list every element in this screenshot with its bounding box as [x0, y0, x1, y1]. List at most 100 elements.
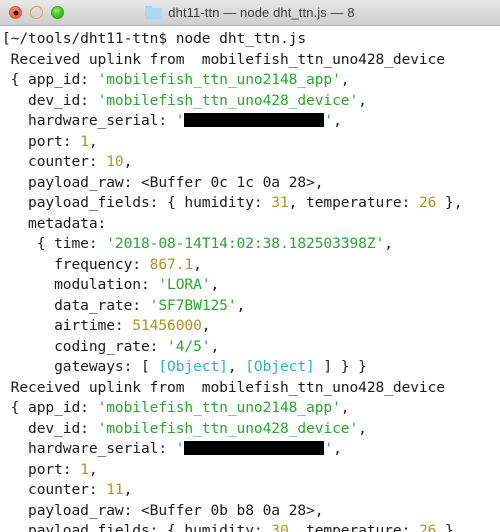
terminal-text: ': [175, 112, 185, 129]
terminal-text: payload_raw: <Buffer 0b b8 0a 28>,: [2, 501, 324, 519]
terminal-text: ,: [123, 481, 133, 498]
terminal-line: payload_fields: { humidity: 31, temperat…: [2, 193, 500, 214]
terminal-line: { app_id: 'mobilefish_ttn_uno2148_app',: [2, 398, 500, 419]
terminal-line: hardware_serial: ' ',: [2, 439, 500, 460]
terminal-text: { app_id:: [2, 399, 98, 416]
terminal-text: ': [324, 112, 334, 129]
terminal-line: dev_id: 'mobilefish_ttn_uno428_device',: [2, 419, 500, 440]
terminal-text: payload_fields: { humidity:: [2, 522, 272, 532]
terminal-line: { time: '2018-08-14T14:02:38.182503398Z'…: [2, 234, 500, 255]
terminal-text: 'LORA': [158, 276, 211, 293]
terminal-text: metadata:: [2, 214, 107, 232]
window-title: dht11-ttn — node dht_ttn.js — 8: [168, 5, 355, 20]
terminal-text: },: [436, 194, 463, 211]
terminal-text: },: [436, 522, 463, 532]
terminal-text: [Object]: [245, 358, 315, 375]
terminal-text: '4/5': [167, 337, 211, 355]
terminal-line: [~/tools/dht11-ttn$ node dht_ttn.js: [2, 29, 500, 50]
terminal-text: Received uplink from mobilefish_ttn_uno4…: [2, 50, 445, 68]
terminal-text: counter:: [2, 153, 107, 170]
terminal-text: ,: [193, 255, 202, 273]
terminal-line: coding_rate: '4/5',: [2, 337, 500, 358]
terminal-text: 26: [418, 194, 437, 211]
terminal-text: 26: [418, 522, 437, 532]
terminal-text: 'SF7BW125': [149, 296, 237, 314]
terminal-text: ': [175, 440, 185, 457]
terminal-text: modulation:: [2, 276, 159, 293]
terminal-text: ,: [333, 440, 342, 457]
terminal-text: counter:: [2, 481, 107, 498]
terminal-text: port:: [2, 460, 81, 478]
terminal-text: [~/tools/dht11-ttn$ node dht_ttn.js: [2, 30, 307, 47]
terminal-line: counter: 11,: [2, 480, 500, 501]
window-controls: [0, 6, 64, 19]
terminal-line: modulation: 'LORA',: [2, 275, 500, 296]
terminal-text: 'mobilefish_ttn_uno2148_app': [97, 399, 341, 416]
terminal-line: counter: 10,: [2, 152, 500, 173]
terminal-line: { app_id: 'mobilefish_ttn_uno2148_app',: [2, 70, 500, 91]
title-bar[interactable]: dht11-ttn — node dht_ttn.js — 8: [0, 0, 500, 26]
terminal-text: , temperature:: [288, 522, 419, 532]
terminal-text: ,: [227, 358, 246, 375]
terminal-text: ,: [210, 337, 220, 355]
terminal-line: Received uplink from mobilefish_ttn_uno4…: [2, 50, 500, 71]
terminal-line: metadata:: [2, 214, 500, 235]
redacted-value: [184, 441, 325, 455]
terminal-text: 11: [106, 481, 124, 498]
terminal-text: 'mobilefish_ttn_uno428_device': [97, 91, 359, 109]
folder-icon: [145, 6, 163, 19]
terminal-window: dht11-ttn — node dht_ttn.js — 8 [~/tools…: [0, 0, 500, 532]
terminal-line: port: 1,: [2, 460, 500, 481]
terminal-line: frequency: 867.1,: [2, 255, 500, 276]
terminal-output[interactable]: [~/tools/dht11-ttn$ node dht_ttn.js Rece…: [0, 26, 500, 532]
terminal-text: 31: [271, 194, 289, 211]
minimize-button[interactable]: [30, 6, 43, 19]
close-button[interactable]: [9, 6, 22, 19]
terminal-line: airtime: 51456000,: [2, 316, 500, 337]
title-area: dht11-ttn — node dht_ttn.js — 8: [0, 0, 500, 25]
terminal-text: frequency:: [2, 255, 150, 273]
terminal-text: 'mobilefish_ttn_uno2148_app': [97, 71, 341, 88]
terminal-text: ,: [340, 399, 350, 416]
terminal-text: { time:: [2, 235, 107, 252]
terminal-text: ] } }: [314, 358, 367, 375]
terminal-text: ,: [236, 296, 246, 314]
terminal-text: port:: [2, 132, 81, 150]
terminal-line: data_rate: 'SF7BW125',: [2, 296, 500, 317]
terminal-line: payload_raw: <Buffer 0b b8 0a 28>,: [2, 501, 500, 522]
terminal-text: ,: [358, 91, 367, 109]
terminal-line: hardware_serial: ' ',: [2, 111, 500, 132]
maximize-button[interactable]: [51, 6, 64, 19]
terminal-text: 30: [271, 522, 289, 532]
terminal-text: ': [324, 440, 334, 457]
terminal-line: payload_fields: { humidity: 30, temperat…: [2, 521, 500, 532]
terminal-text: payload_raw: <Buffer 0c 1c 0a 28>,: [2, 173, 324, 191]
terminal-text: payload_fields: { humidity:: [2, 194, 272, 211]
terminal-text: ,: [384, 235, 393, 252]
terminal-text: 867.1: [149, 255, 194, 273]
terminal-text: 10: [106, 153, 124, 170]
terminal-text: ,: [340, 71, 350, 88]
terminal-text: 1: [80, 460, 89, 478]
terminal-text: hardware_serial:: [2, 440, 176, 457]
terminal-text: ,: [201, 317, 211, 334]
terminal-line: port: 1,: [2, 132, 500, 153]
terminal-text: ,: [210, 276, 220, 293]
terminal-text: , temperature:: [288, 194, 419, 211]
terminal-line: dev_id: 'mobilefish_ttn_uno428_device',: [2, 91, 500, 112]
terminal-text: gateways: [: [2, 358, 159, 375]
terminal-text: 'mobilefish_ttn_uno428_device': [97, 419, 359, 437]
terminal-text: coding_rate:: [2, 337, 168, 355]
terminal-text: data_rate:: [2, 296, 150, 314]
terminal-text: airtime:: [2, 317, 133, 334]
terminal-text: [Object]: [158, 358, 228, 375]
terminal-text: 51456000: [132, 317, 202, 334]
terminal-text: ,: [123, 153, 133, 170]
terminal-text: dev_id:: [2, 91, 98, 109]
terminal-text: 1: [80, 132, 89, 150]
terminal-line: gateways: [ [Object], [Object] ] } }: [2, 357, 500, 378]
terminal-text: ,: [358, 419, 367, 437]
terminal-text: { app_id:: [2, 71, 98, 88]
terminal-text: ,: [88, 460, 98, 478]
terminal-text: dev_id:: [2, 419, 98, 437]
